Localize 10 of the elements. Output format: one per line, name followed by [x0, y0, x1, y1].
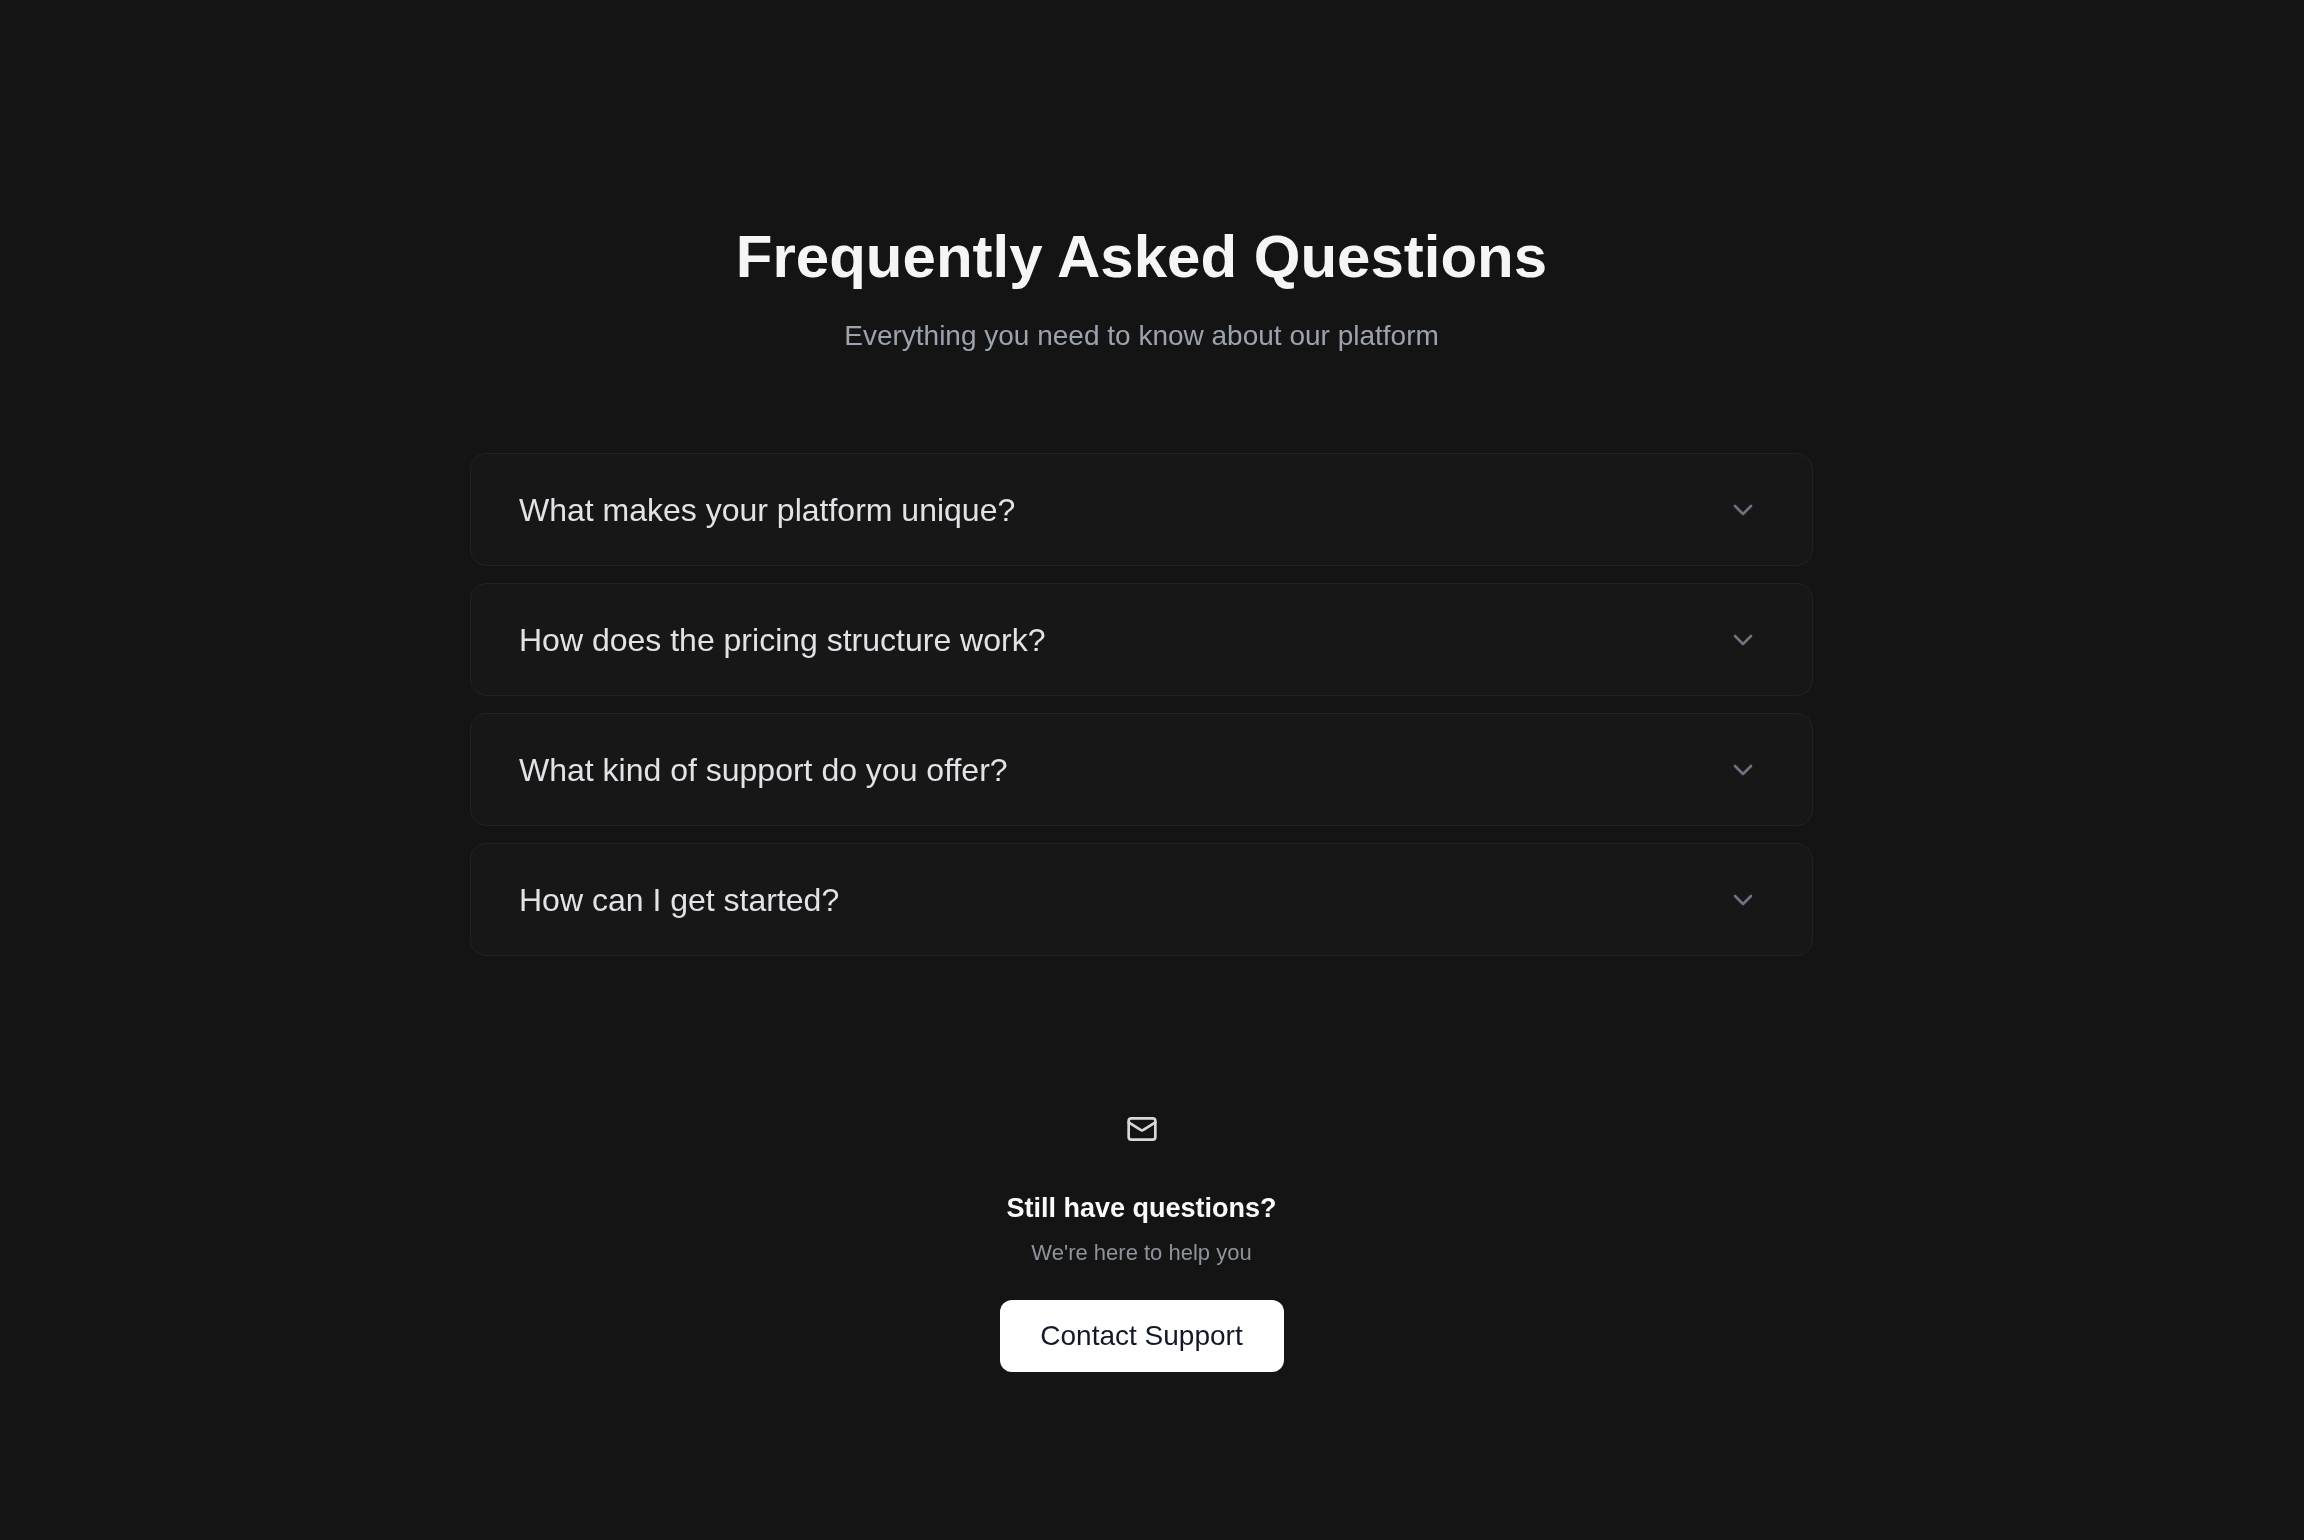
contact-support-button[interactable]: Contact Support	[999, 1300, 1284, 1372]
faq-question-button[interactable]: What kind of support do you offer?	[470, 713, 1813, 826]
page-title: Frequently Asked Questions	[735, 222, 1548, 292]
faq-question-button[interactable]: How does the pricing structure work?	[470, 583, 1813, 696]
contact-heading: Still have questions?	[1006, 1192, 1277, 1225]
contact-text: We're here to help you	[1031, 1239, 1252, 1267]
page-subtitle: Everything you need to know about our platform	[844, 319, 1439, 353]
faq-question-button[interactable]: How can I get started?	[470, 843, 1813, 956]
faq-question-button[interactable]: What makes your platform unique?	[470, 453, 1813, 566]
mail-icon	[1126, 1117, 1157, 1141]
